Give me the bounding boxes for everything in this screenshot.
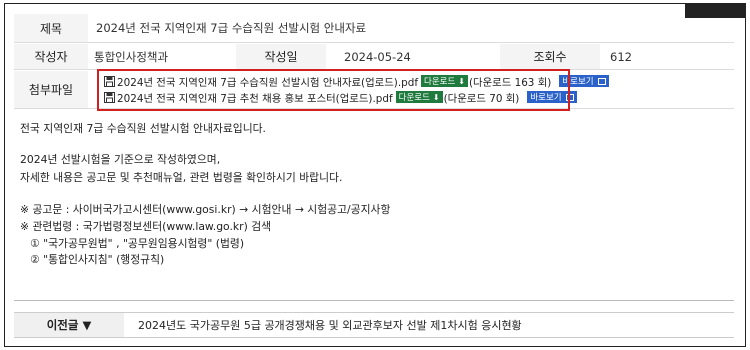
content-line: ※ 관련법령 : 국가법령정보센터(www.law.go.kr) 검색 <box>20 220 272 233</box>
date-value: 2024-05-24 <box>344 49 411 64</box>
title-label: 제목 <box>14 14 88 42</box>
content-line: ② "통합인사지침" (행정규칙) <box>30 253 165 266</box>
attachments-label: 첨부파일 <box>14 71 88 108</box>
content-line: ① "국가공무원법" , "공무원임용시험령" (법령) <box>30 237 245 250</box>
content-line: 자세한 내용은 공고문 및 추천매뉴얼, 관련 법령을 확인하시기 바랍니다. <box>20 171 343 184</box>
content-divider <box>14 300 734 301</box>
prev-post-label: 이전글 ▼ <box>14 313 124 337</box>
content-line: 2024년 선발시험을 기준으로 작성하였으며, <box>20 153 221 166</box>
content-line: ※ 공고문 : 사이버국가고시센터(www.gosi.kr) → 시험안내 → … <box>20 203 391 216</box>
author-label: 작성자 <box>14 44 88 69</box>
meta-row: 작성자 통합인사정책과 작성일 2024-05-24 조회수 612 <box>14 44 734 70</box>
post-title: 2024년 전국 지역인재 7급 수습직원 선발시험 안내자료 <box>96 21 367 35</box>
date-label: 작성일 <box>236 44 326 69</box>
views-value: 612 <box>610 49 632 64</box>
content-line: 전국 지역인재 7급 수습직원 선발시험 안내자료입니다. <box>20 122 266 135</box>
prev-post-link[interactable]: 2024년도 국가공무원 5급 공개경쟁채용 및 외교관후보자 선발 제1차시험… <box>138 313 522 337</box>
title-row: 제목 2024년 전국 지역인재 7급 수습직원 선발시험 안내자료 <box>14 14 734 43</box>
prev-post-row: 이전글 ▼ 2024년도 국가공무원 5급 공개경쟁채용 및 외교관후보자 선발… <box>14 312 734 338</box>
views-label: 조회수 <box>500 44 600 69</box>
attachment-highlight-box <box>97 69 570 111</box>
window-icon <box>597 77 606 85</box>
author-value: 통합인사정책과 <box>94 49 169 64</box>
